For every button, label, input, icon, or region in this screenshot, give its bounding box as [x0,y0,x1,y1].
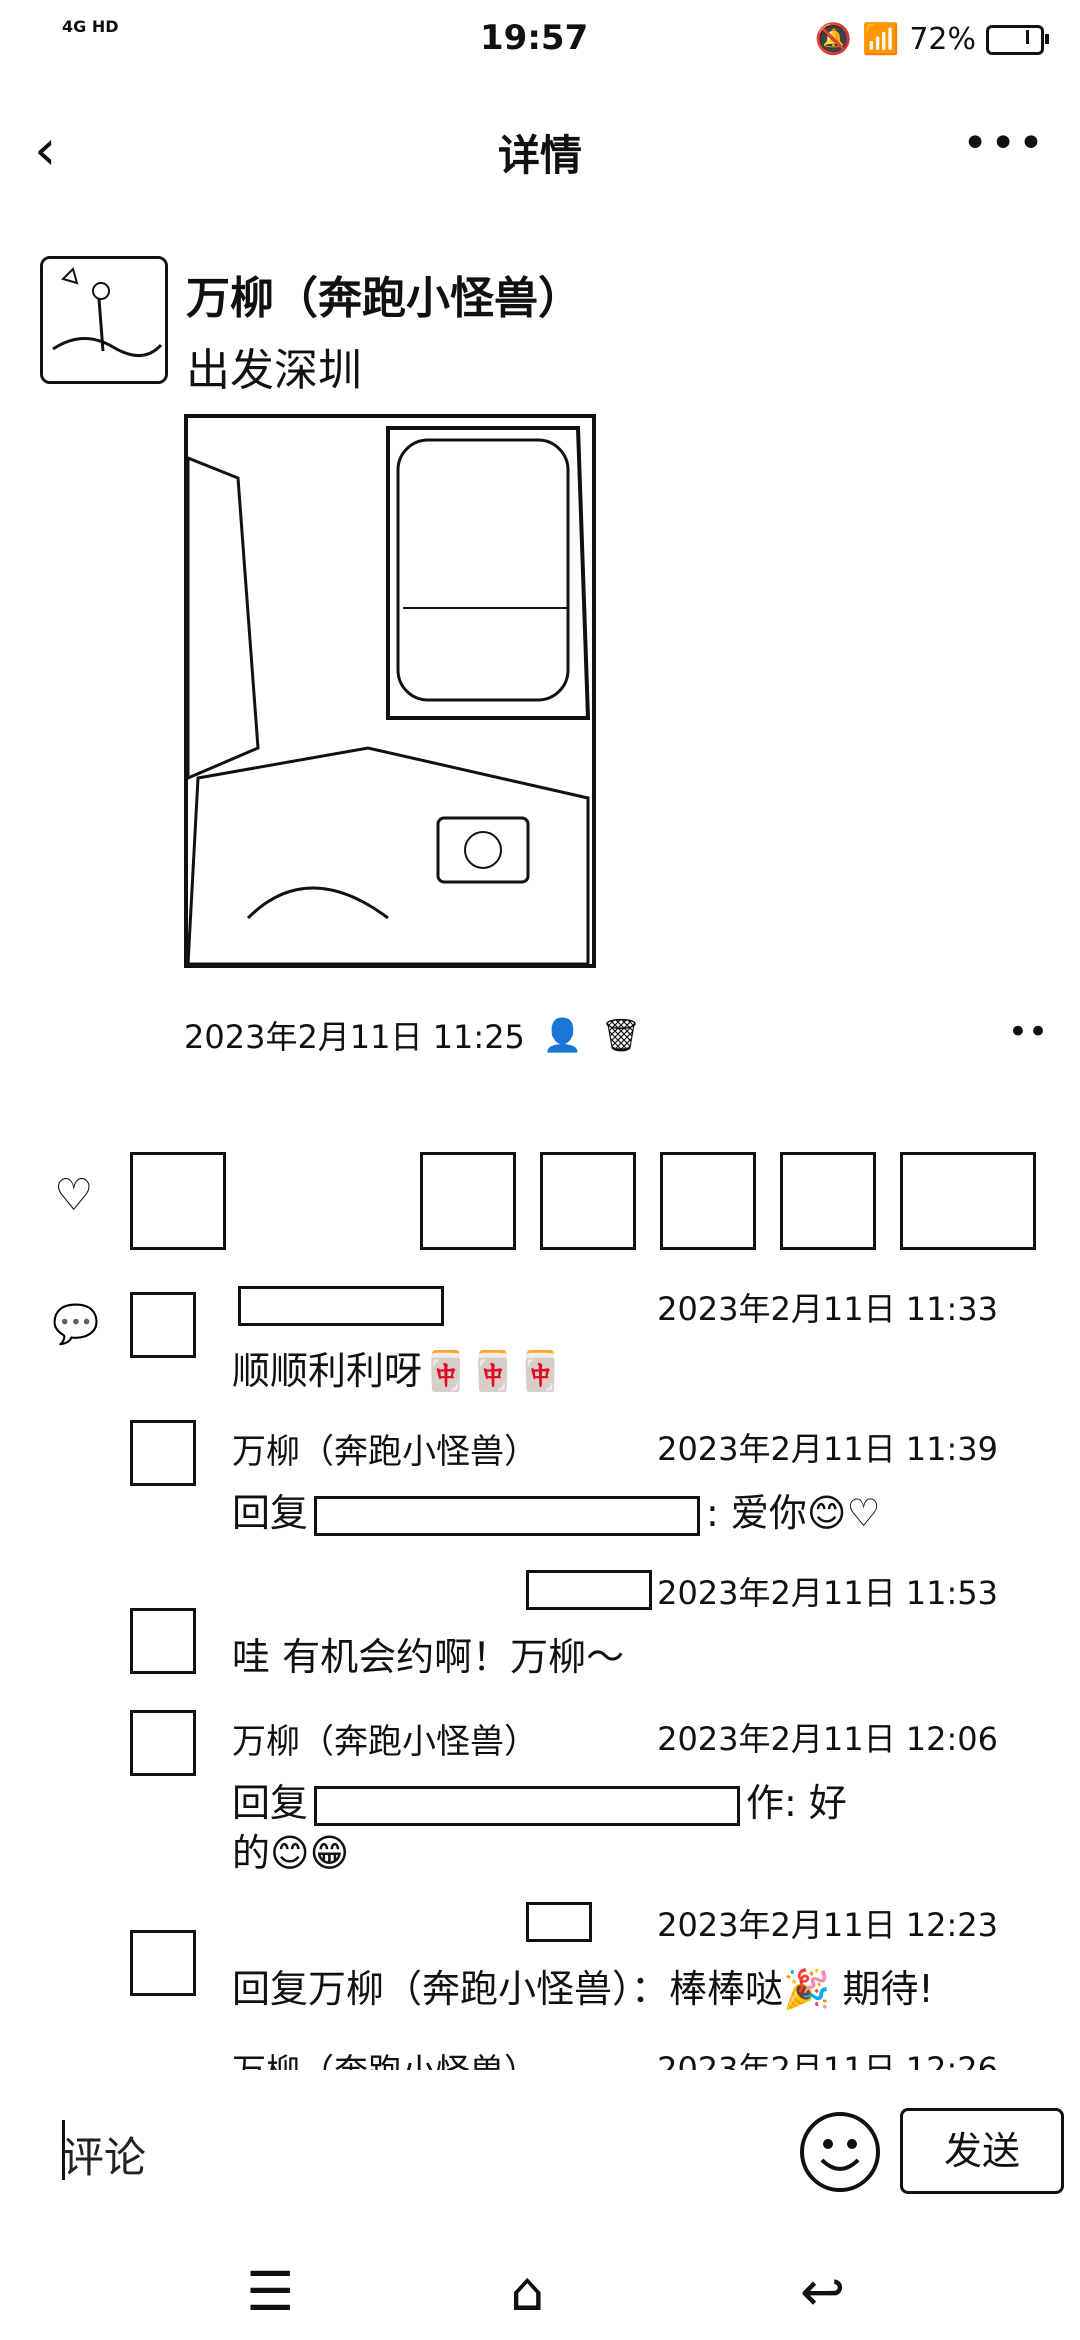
redacted-name [314,1495,701,1536]
comment-text[interactable]: 回复万柳（奔跑小怪兽）：棒棒哒🎉 期待! [232,1958,934,2013]
status-bar: 4G HD 19:57 🔕 📶 72% [0,0,1080,84]
comment-author[interactable] [520,1568,658,1610]
comment-avatar[interactable] [130,1420,196,1486]
like-avatar[interactable] [900,1152,1036,1250]
comment-author[interactable]: 万柳（奔跑小怪兽） [232,1714,538,1763]
post-text: 出发深圳 [186,345,362,396]
status-time: 19:57 [480,18,589,58]
like-avatar[interactable] [540,1152,636,1250]
reply-body: : 爱你😊♡ [706,1491,881,1535]
comment-time: 2023年2月11日 11:39 [657,1430,998,1468]
page-title: 详情 [497,131,582,180]
post-photo[interactable] [184,414,596,968]
redacted-name [526,1569,652,1610]
status-right: 🔕 📶 72% [814,22,1049,57]
send-button[interactable]: 发送 [900,2108,1064,2194]
post-timestamp: 2023年2月11日 11:25 [184,1018,525,1056]
comment-avatar[interactable] [130,1930,196,1996]
comment-author[interactable] [520,1900,598,1942]
more-dots-icon[interactable]: ••• [962,118,1046,169]
comment-avatar[interactable] [130,1710,196,1776]
emoji-icon[interactable] [800,2112,880,2192]
battery-percent: 72% [909,22,976,57]
comment-time: 2023年2月11日 12:26 [657,2050,998,2070]
person-icon[interactable]: 👤 [543,1016,583,1054]
comment-avatar[interactable] [130,1292,196,1358]
menu-icon[interactable]: ☰ [246,2260,294,2323]
avatar[interactable] [40,256,168,384]
comment-time: 2023年2月11日 11:53 [657,1574,998,1612]
comment-text[interactable]: 顺顺利利呀🀄🀄🀄 [232,1340,564,1395]
reply-prefix: 回复 [232,1491,309,1535]
back-nav-icon[interactable]: ↩ [800,2260,845,2323]
comment-author[interactable]: 万柳（奔跑小怪兽） [232,1424,538,1473]
comment-author[interactable] [232,1284,450,1326]
redacted-name [526,1901,592,1942]
more-dots-icon-small[interactable]: •• [1008,1012,1048,1052]
comment-author[interactable]: 万柳（奔跑小怪兽） [232,2044,538,2070]
home-icon[interactable]: ⌂ [510,2260,544,2323]
like-avatar[interactable] [780,1152,876,1250]
trash-icon[interactable]: 🗑 [601,1016,642,1054]
reply-body: 作: 好 [746,1781,847,1825]
comment-avatar[interactable] [130,1608,196,1674]
comment-time: 2023年2月11日 12:06 [657,1720,998,1758]
post-author-name[interactable]: 万柳（奔跑小怪兽） [186,262,582,326]
redacted-name [238,1285,444,1326]
battery-icon [986,24,1049,55]
heart-icon: ♡ [54,1170,94,1221]
like-avatar[interactable] [660,1152,756,1250]
reply-prefix: 回复 [232,1781,309,1825]
network-indicator: 4G HD [62,17,119,36]
mute-icon: 🔕 [814,22,852,57]
comment-text[interactable]: 回复 作: 好 [232,1772,1012,1827]
comment-text[interactable]: 回复 : 爱你😊♡ [232,1482,881,1537]
comment-text[interactable]: 哇 有机会约啊！万柳～ [232,1626,624,1681]
comment-text-line2: 的😊😁 [232,1831,350,1875]
comment-time: 2023年2月11日 12:23 [657,1906,998,1944]
redacted-name [314,1785,741,1826]
post-meta: 2023年2月11日 11:25 👤 🗑 [184,1012,641,1058]
wifi-icon: 📶 [861,22,900,57]
comment-input[interactable]: 评论 [62,2124,146,2185]
like-avatar[interactable] [420,1152,516,1250]
comment-time: 2023年2月11日 11:33 [657,1290,998,1328]
like-avatar[interactable] [130,1152,226,1250]
comment-icon: 💬 [52,1302,100,1346]
